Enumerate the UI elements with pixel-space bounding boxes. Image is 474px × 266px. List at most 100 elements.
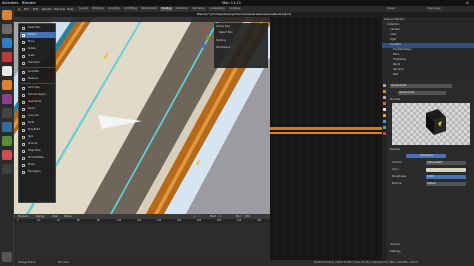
tool-item[interactable]: Add Cube <box>20 85 56 91</box>
color-swatch[interactable] <box>426 167 466 172</box>
output-tab-icon[interactable] <box>383 96 386 99</box>
material-slot-row: Handrail.001 <box>390 83 472 88</box>
libreoffice-icon[interactable] <box>2 66 12 76</box>
outliner-row[interactable]: Rail.L <box>382 53 474 58</box>
tool-item[interactable]: Cursor <box>20 32 56 38</box>
software-icon[interactable] <box>2 52 12 62</box>
outliner-row[interactable]: Belt <box>382 73 474 78</box>
tab-texture-paint[interactable]: Texture Paint <box>140 6 159 12</box>
use-nodes-button[interactable]: Use Nodes <box>406 153 446 158</box>
tab-rendering[interactable]: Rendering <box>191 6 207 12</box>
viewport-header <box>14 17 270 22</box>
tab-compositing[interactable]: Compositing <box>208 6 226 12</box>
outliner-row[interactable]: EscalatorSteps <box>382 48 474 53</box>
outliner-row[interactable]: Light <box>382 38 474 43</box>
show-apps-icon[interactable] <box>2 252 12 262</box>
tab-animation[interactable]: Animation <box>174 6 190 12</box>
sidebar-panel: Active Tool Select Box Options Workspace <box>214 23 268 68</box>
tool-item[interactable]: Smooth <box>20 141 56 147</box>
modifier-tab-icon[interactable] <box>383 120 386 123</box>
editor-icon[interactable] <box>2 122 12 132</box>
poly-build-icon <box>22 128 25 132</box>
data-tab-icon[interactable] <box>383 126 386 129</box>
tool-item[interactable]: Poly Build <box>20 127 56 133</box>
outliner-row[interactable]: Cube <box>382 33 474 38</box>
tool-item[interactable]: Select Box <box>20 25 56 31</box>
outliner-row[interactable]: Handrail <box>382 68 474 73</box>
tool-item[interactable]: Spin <box>20 134 56 140</box>
terminal-icon[interactable] <box>2 108 12 118</box>
tool-item[interactable]: Extrude Region <box>20 92 56 98</box>
status-left: Change Frame <box>18 261 36 264</box>
outliner-row-selected[interactable]: Escalator <box>382 43 474 48</box>
scene-selector[interactable]: Scene <box>386 6 397 12</box>
tool-item[interactable]: Move <box>20 39 56 45</box>
material-tab-icon[interactable] <box>383 132 386 135</box>
timeline-ruler[interactable]: 0 20 40 60 80 100 120 140 160 180 200 22… <box>14 219 270 223</box>
render-tab-icon[interactable] <box>383 90 386 93</box>
gizmo-z-axis-icon[interactable] <box>202 44 206 48</box>
transform-icon <box>22 61 25 65</box>
ruler-tick: 240 <box>257 219 262 222</box>
tool-item[interactable]: Shrink/Fatten <box>20 155 56 161</box>
thunderbird-icon[interactable] <box>2 38 12 48</box>
outliner-row[interactable]: Rail.R <box>382 63 474 68</box>
surface-header[interactable]: Surface <box>390 147 472 152</box>
graph-editor[interactable] <box>270 17 382 260</box>
options-header[interactable]: Options <box>216 38 226 43</box>
tab-modeling[interactable]: Modeling <box>91 6 105 12</box>
app-icon[interactable] <box>2 136 12 146</box>
tool-item[interactable]: Bevel <box>20 106 56 112</box>
outliner-row[interactable]: Camera <box>382 28 474 33</box>
gizmo-y-axis-icon[interactable] <box>206 36 210 40</box>
trash-icon[interactable] <box>2 164 12 174</box>
tool-item[interactable]: Knife <box>20 120 56 126</box>
outliner-row[interactable]: Scene Collection <box>382 18 474 23</box>
status-bar: Change Frame Pan View Escalator6.blend |… <box>14 260 474 266</box>
help-icon[interactable] <box>2 94 12 104</box>
tool-item[interactable]: Edge Slide <box>20 148 56 154</box>
outliner-row[interactable]: Collection <box>382 23 474 28</box>
active-tool-name[interactable]: Select Box <box>219 30 233 35</box>
roughness-label: Roughness <box>392 175 407 178</box>
tab-layout[interactable]: Layout <box>78 6 90 12</box>
rip-icon <box>22 170 25 174</box>
scene-tab-icon[interactable] <box>383 102 386 105</box>
blender-icon[interactable] <box>2 80 12 90</box>
material-slot[interactable]: Handrail.001 <box>390 83 452 88</box>
preview-header[interactable]: Preview <box>390 97 472 102</box>
app-icon-2[interactable] <box>2 150 12 160</box>
active-tool-header[interactable]: Active Tool <box>216 24 230 29</box>
workspace-header[interactable]: Workspace <box>216 45 230 50</box>
tool-item[interactable]: Inset Faces <box>20 99 56 105</box>
tab-uv-editing[interactable]: UV Editing <box>123 6 139 12</box>
ruler-tick: 40 <box>57 219 60 222</box>
files-icon[interactable] <box>2 24 12 34</box>
settings-header[interactable]: Settings <box>390 249 472 254</box>
tab-shading[interactable]: Shading <box>160 6 173 12</box>
tool-item[interactable]: Annotate <box>20 69 56 75</box>
tool-tab-icon[interactable] <box>383 84 386 87</box>
tool-item[interactable]: Rotate <box>20 46 56 52</box>
tool-item[interactable]: Measure <box>20 76 56 82</box>
material-name-field[interactable]: Handrail.001 <box>398 90 446 95</box>
bsdf-dropdown[interactable]: Diffuse BSDF <box>426 160 466 165</box>
tool-item[interactable]: Scale <box>20 53 56 59</box>
outliner-row[interactable]: Footplates <box>382 58 474 63</box>
tab-scripting[interactable]: Scripting <box>228 6 242 12</box>
tool-item[interactable]: Shear <box>20 162 56 168</box>
tool-item[interactable]: Loop Cut <box>20 113 56 119</box>
view-layer-selector[interactable]: View Layer <box>426 6 443 12</box>
object-tab-icon[interactable] <box>383 114 386 117</box>
firefox-icon[interactable] <box>2 10 12 20</box>
roughness-field[interactable]: 0.000 <box>426 174 466 179</box>
inset-icon <box>22 100 25 104</box>
tool-item[interactable]: Transform <box>20 60 56 66</box>
tab-sculpting[interactable]: Sculpting <box>107 6 122 12</box>
app-dock <box>0 6 14 266</box>
tool-item[interactable]: Rip Region <box>20 169 56 175</box>
volume-header[interactable]: Volume <box>390 242 472 247</box>
gizmo-x-axis-icon[interactable] <box>204 28 208 32</box>
normal-field[interactable]: Default <box>426 181 466 186</box>
world-tab-icon[interactable] <box>383 108 386 111</box>
